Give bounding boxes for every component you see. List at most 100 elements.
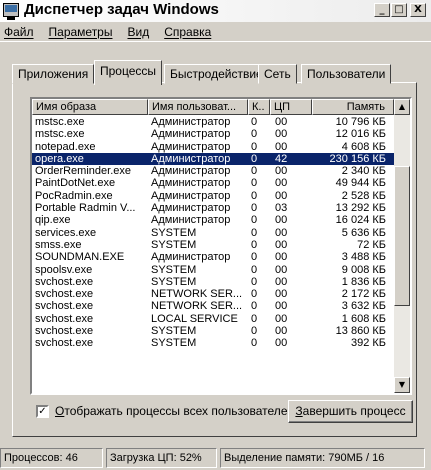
scroll-down-arrow-icon[interactable]: ▼ [394, 377, 410, 393]
cell-session: 0 [251, 214, 258, 227]
cell-user-name: SYSTEM [151, 238, 197, 251]
cell-user-name: Администратор [151, 177, 231, 190]
cell-cpu: 00 [275, 288, 288, 301]
table-row[interactable]: opera.exe Администратор 0 42 230 156 КБ [32, 152, 394, 166]
table-row[interactable]: OrderReminder.exe Администратор 0 00 2 340 К… [32, 165, 394, 177]
table-row[interactable]: PaintDotNet.exe Администратор 0 00 49 944 КБ [32, 177, 394, 189]
tab-users[interactable]: Пользователи [301, 64, 392, 84]
scroll-thumb[interactable] [394, 166, 410, 306]
column-image-name[interactable]: Имя образа [32, 99, 148, 115]
cell-memory: 1 836 КБ [341, 275, 386, 288]
cell-cpu: 00 [275, 238, 288, 251]
menu-file[interactable]: Файл [4, 25, 34, 39]
monitor-icon [3, 3, 19, 20]
cell-memory: 2 172 КБ [341, 288, 386, 301]
cell-user-name: Администратор [151, 214, 231, 227]
table-row[interactable]: notepad.exe Администратор 0 00 4 608 КБ [32, 141, 394, 153]
cell-session: 0 [251, 128, 258, 141]
table-row[interactable]: mstsc.exe Администратор 0 00 10 796 КБ [32, 116, 394, 128]
cell-memory: 392 КБ [350, 337, 386, 350]
cell-image-name: svchost.exe [35, 337, 94, 350]
cell-memory: 13 860 КБ [335, 325, 386, 338]
cell-cpu: 00 [275, 140, 288, 153]
cell-user-name: NETWORK SER... [151, 300, 243, 313]
table-row[interactable]: SOUNDMAN.EXE Администратор 0 00 3 488 КБ [32, 251, 394, 263]
cell-memory: 2 528 КБ [341, 189, 386, 202]
menu-view[interactable]: Вид [127, 25, 149, 39]
table-row[interactable]: svchost.exe NETWORK SER... 0 00 3 632 КБ [32, 300, 394, 312]
table-row[interactable]: PocRadmin.exe Администратор 0 00 2 528 КБ [32, 190, 394, 202]
column-session[interactable]: К.. [248, 99, 270, 115]
cell-user-name: LOCAL SERVICE [151, 312, 238, 325]
cell-image-name: svchost.exe [35, 275, 94, 288]
menu-options[interactable]: Параметры [49, 25, 113, 39]
cell-session: 0 [251, 263, 258, 276]
cell-cpu: 00 [275, 312, 288, 325]
column-cpu[interactable]: ЦП [270, 99, 312, 115]
process-rows: mstsc.exe Администратор 0 00 10 796 КБ mstsc.… [32, 116, 394, 350]
scroll-up-arrow-icon[interactable]: ▲ [394, 99, 410, 115]
cell-memory: 230 156 КБ [329, 152, 386, 165]
cell-cpu: 00 [275, 263, 288, 276]
cell-image-name: services.exe [35, 226, 97, 239]
cell-image-name: notepad.exe [35, 140, 96, 153]
vertical-scrollbar[interactable]: ▲ ▼ [394, 99, 410, 393]
close-button[interactable]: X [410, 3, 426, 17]
tab-processes[interactable]: Процессы [94, 60, 163, 85]
cell-memory: 49 944 КБ [335, 177, 386, 190]
minimize-button[interactable]: _ [374, 3, 390, 17]
cell-cpu: 00 [275, 116, 288, 128]
cell-image-name: mstsc.exe [35, 128, 85, 141]
cell-session: 0 [251, 300, 258, 313]
cell-session: 0 [251, 251, 258, 264]
table-row[interactable]: svchost.exe SYSTEM 0 00 1 836 КБ [32, 276, 394, 288]
table-row[interactable]: smss.exe SYSTEM 0 00 72 КБ [32, 239, 394, 251]
cell-session: 0 [251, 238, 258, 251]
cell-cpu: 00 [275, 128, 288, 141]
table-row[interactable]: services.exe SYSTEM 0 00 5 636 КБ [32, 227, 394, 239]
table-row[interactable]: svchost.exe SYSTEM 0 00 13 860 КБ [32, 325, 394, 337]
column-memory[interactable]: Память [312, 99, 394, 115]
end-process-button[interactable]: Завершить процесс [288, 400, 413, 423]
menu-help[interactable]: Справка [164, 25, 211, 39]
cell-image-name: svchost.exe [35, 288, 94, 301]
table-row[interactable]: svchost.exe NETWORK SER... 0 00 2 172 КБ [32, 288, 394, 300]
process-list[interactable]: Имя образа Имя пользоват... К.. ЦП Памят… [30, 97, 412, 395]
cell-cpu: 03 [275, 202, 288, 215]
cell-user-name: Администратор [151, 189, 231, 202]
table-row[interactable]: svchost.exe SYSTEM 0 00 392 КБ [32, 337, 394, 349]
maximize-button[interactable]: □ [391, 3, 407, 17]
tab-applications[interactable]: Приложения [12, 64, 95, 84]
show-all-users-checkbox[interactable]: ✓ [36, 404, 49, 418]
status-bar: Процессов: 46 Загрузка ЦП: 52% Выделение… [0, 448, 431, 470]
cell-cpu: 00 [275, 214, 288, 227]
menu-bar: Файл Параметры Вид Справка [0, 22, 431, 42]
cell-session: 0 [251, 226, 258, 239]
cell-session: 0 [251, 165, 258, 178]
table-row[interactable]: qip.exe Администратор 0 00 16 024 КБ [32, 214, 394, 226]
tab-performance[interactable]: Быстродействие [164, 64, 269, 84]
table-row[interactable]: spoolsv.exe SYSTEM 0 00 9 008 КБ [32, 264, 394, 276]
status-cpu-usage: Загрузка ЦП: 52% [106, 448, 217, 468]
cell-cpu: 00 [275, 226, 288, 239]
cell-image-name: mstsc.exe [35, 116, 85, 128]
cell-user-name: Администратор [151, 202, 231, 215]
show-all-users-label[interactable]: Отображать процессы всех пользователей [55, 404, 294, 418]
table-row[interactable]: mstsc.exe Администратор 0 00 12 016 КБ [32, 128, 394, 140]
cell-cpu: 00 [275, 337, 288, 350]
cell-memory: 3 632 КБ [341, 300, 386, 313]
cell-memory: 16 024 КБ [335, 214, 386, 227]
column-user-name[interactable]: Имя пользоват... [148, 99, 248, 115]
cell-image-name: spoolsv.exe [35, 263, 93, 276]
table-row[interactable]: svchost.exe LOCAL SERVICE 0 00 1 608 КБ [32, 313, 394, 325]
cell-memory: 1 608 КБ [341, 312, 386, 325]
tab-networking[interactable]: Сеть [258, 64, 297, 84]
cell-cpu: 00 [275, 165, 288, 178]
cell-image-name: opera.exe [35, 152, 84, 165]
cell-memory: 4 608 КБ [341, 140, 386, 153]
title-bar[interactable]: Диспетчер задач Windows _ □ X [0, 0, 431, 22]
cell-image-name: svchost.exe [35, 325, 94, 338]
table-row[interactable]: Portable Radmin V... Администратор 0 03 13 2… [32, 202, 394, 214]
show-all-users-option[interactable]: ✓ Отображать процессы всех пользователей [36, 404, 294, 418]
cell-image-name: OrderReminder.exe [35, 165, 131, 178]
